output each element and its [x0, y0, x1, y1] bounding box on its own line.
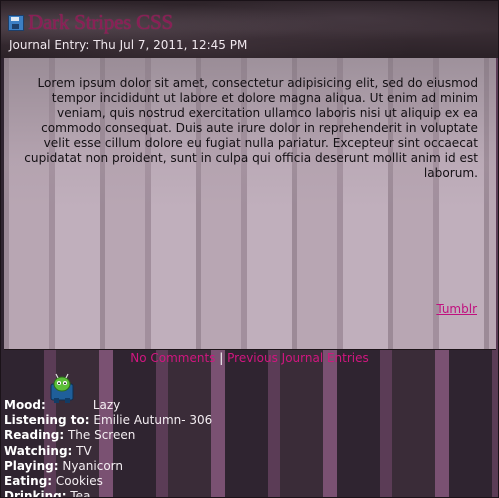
entry-date: Journal Entry: Thu Jul 7, 2011, 12:45 PM	[9, 38, 248, 52]
mood-label: Mood:	[4, 398, 46, 412]
meta-eating: Eating: Cookies	[4, 474, 212, 489]
meta-playing: Playing: Nyanicorn	[4, 459, 212, 474]
title-row: Dark Stripes CSS	[8, 10, 173, 35]
journal-content: Lorem ipsum dolor sit amet, consectetur …	[4, 58, 496, 350]
journal-frame: Dark Stripes CSS Journal Entry: Thu Jul …	[0, 0, 499, 498]
meta-mood: Mood: Lazy	[4, 398, 212, 413]
meta-listening: Listening to: Emilie Autumn- 306	[4, 413, 212, 428]
playing-value: Nyanicorn	[62, 458, 123, 473]
no-comments-link[interactable]: No Comments	[130, 351, 215, 365]
watching-value: TV	[76, 443, 92, 458]
meta-watching: Watching: TV	[4, 444, 212, 459]
playing-label: Playing:	[4, 458, 59, 473]
drinking-label: Drinking:	[4, 489, 67, 498]
journal-body-text: Lorem ipsum dolor sit amet, consectetur …	[24, 76, 478, 180]
listening-value: Emilie Autumn- 306	[93, 413, 213, 428]
reading-value: The Screen	[67, 428, 136, 443]
previous-entries-link[interactable]: Previous Journal Entries	[227, 351, 369, 365]
mood-value: Lazy	[92, 398, 121, 412]
page-title: Dark Stripes CSS	[28, 10, 173, 34]
save-icon	[8, 14, 24, 31]
journal-footer-links: No Comments | Previous Journal Entries	[1, 351, 498, 365]
meta-reading: Reading: The Screen	[4, 428, 212, 443]
eating-value: Cookies	[55, 474, 103, 489]
meta-drinking: Drinking: Tea	[4, 489, 212, 498]
journal-header: Dark Stripes CSS Journal Entry: Thu Jul …	[1, 1, 498, 58]
journal-meta: Mood: Lazy Listening to: Emilie Autumn- 3…	[4, 398, 212, 498]
tumblr-link[interactable]: Tumblr	[436, 302, 477, 316]
drinking-value: Tea	[70, 489, 91, 498]
watching-label: Watching:	[4, 443, 73, 458]
eating-label: Eating:	[4, 474, 53, 489]
listening-label: Listening to:	[4, 413, 90, 428]
footer-separator: |	[219, 351, 224, 365]
reading-label: Reading:	[4, 428, 65, 443]
